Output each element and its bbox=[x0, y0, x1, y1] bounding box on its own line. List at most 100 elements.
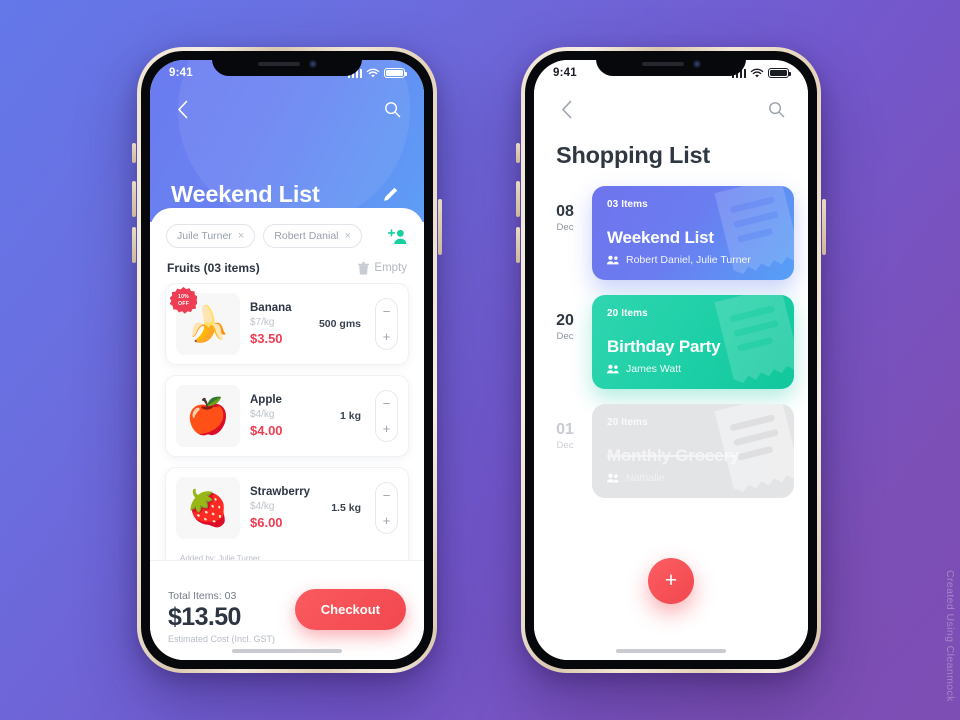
member-name: Robert Danial bbox=[274, 230, 339, 242]
members-row: Juile Turner × Robert Danial × bbox=[150, 208, 424, 248]
checkout-footer: Total Items: 03 $13.50 Estimated Cost (I… bbox=[150, 560, 424, 660]
list-members-names: Robert Daniel, Julie Turner bbox=[626, 254, 751, 266]
item-info: Strawberry $4/kg $6.00 bbox=[250, 486, 321, 530]
item-price: $4.00 bbox=[250, 423, 283, 438]
quantity-stepper[interactable]: − + bbox=[375, 298, 398, 350]
item-info: Banana $7/kg $3.50 bbox=[250, 302, 309, 346]
status-time: 9:41 bbox=[169, 67, 193, 79]
power-button[interactable] bbox=[822, 199, 826, 255]
volume-down-button[interactable] bbox=[516, 227, 520, 263]
search-button[interactable] bbox=[763, 96, 789, 122]
item-quantity: 1 kg bbox=[339, 410, 361, 422]
date-day: 20 bbox=[556, 312, 574, 329]
item-thumbnail: 🍓 bbox=[176, 477, 240, 539]
list-row: 01 Dec 20 Items Monthly Grocery Nathalie bbox=[548, 404, 794, 498]
watermark-text: Created Using Cleanmock bbox=[944, 570, 956, 702]
item-added-by: Added by: Julie Turner bbox=[180, 554, 261, 560]
list-row: 20 Dec 20 Items Birthday Party James Wat… bbox=[548, 295, 794, 389]
date-month: Dec bbox=[556, 330, 574, 342]
list-item-count: 20 Items bbox=[607, 308, 648, 319]
volume-up-button[interactable] bbox=[132, 181, 136, 217]
list-name: Weekend List bbox=[607, 228, 714, 247]
list-members-names: James Watt bbox=[626, 363, 682, 375]
section-header: Fruits (03 items) Empty bbox=[150, 248, 424, 283]
items-list[interactable]: 🍌 10% OFF Banana $7/kg $3.50 500 gms − +… bbox=[150, 283, 424, 560]
item-rate: $4/kg bbox=[250, 501, 275, 512]
home-indicator[interactable] bbox=[616, 648, 726, 653]
increase-quantity-button[interactable]: + bbox=[383, 514, 391, 527]
decrease-quantity-button[interactable]: − bbox=[383, 489, 391, 502]
notch bbox=[596, 51, 746, 76]
shopping-lists: 08 Dec 03 Items Weekend List Robert Dani… bbox=[534, 186, 808, 513]
list-date: 08 Dec bbox=[548, 186, 582, 233]
volume-up-button[interactable] bbox=[516, 181, 520, 217]
phone-bezel-left: 9:41 Weekend List Juile Turner × Robert … bbox=[141, 51, 433, 669]
back-button[interactable] bbox=[169, 96, 195, 122]
volume-down-button[interactable] bbox=[132, 227, 136, 263]
item-name: Apple bbox=[250, 394, 282, 406]
banana-icon: 🍌 bbox=[186, 304, 230, 344]
quantity-stepper[interactable]: − + bbox=[375, 390, 398, 442]
notch bbox=[212, 51, 362, 76]
increase-quantity-button[interactable]: + bbox=[383, 422, 391, 435]
increase-quantity-button[interactable]: + bbox=[383, 330, 391, 343]
earpiece-speaker bbox=[257, 61, 300, 66]
back-button[interactable] bbox=[553, 96, 579, 122]
add-person-button[interactable] bbox=[388, 228, 408, 245]
front-camera bbox=[308, 59, 317, 68]
decrease-quantity-button[interactable]: − bbox=[383, 397, 391, 410]
shopping-list-card[interactable]: 03 Items Weekend List Robert Daniel, Jul… bbox=[592, 186, 794, 280]
shopping-lists-page: 9:41 Shopping List 08 Dec 03 Items Weeke… bbox=[534, 60, 808, 660]
empty-list-button[interactable]: Empty bbox=[358, 261, 407, 275]
silent-switch[interactable] bbox=[132, 143, 136, 163]
date-day: 01 bbox=[556, 421, 574, 438]
list-item-count: 20 Items bbox=[607, 417, 648, 428]
shopping-list-card[interactable]: 20 Items Birthday Party James Watt bbox=[592, 295, 794, 389]
add-list-fab[interactable]: + bbox=[648, 558, 694, 604]
total-amount: $13.50 bbox=[168, 602, 241, 631]
status-time: 9:41 bbox=[553, 67, 577, 79]
shopping-list-card[interactable]: 20 Items Monthly Grocery Nathalie bbox=[592, 404, 794, 498]
list-name: Birthday Party bbox=[607, 337, 721, 356]
apple-icon: 🍎 bbox=[186, 396, 230, 436]
list-card-body: Weekend List Robert Daniel, Julie Turner bbox=[607, 212, 779, 266]
member-chip[interactable]: Juile Turner × bbox=[166, 224, 256, 248]
header-toolbar bbox=[534, 92, 808, 126]
edit-list-button[interactable] bbox=[377, 182, 403, 208]
phone-device-left: 9:41 Weekend List Juile Turner × Robert … bbox=[132, 47, 442, 673]
search-button[interactable] bbox=[379, 96, 405, 122]
remove-member-icon[interactable]: × bbox=[238, 230, 244, 242]
list-date: 01 Dec bbox=[548, 404, 582, 451]
item-name: Strawberry bbox=[250, 486, 311, 498]
home-indicator[interactable] bbox=[232, 648, 342, 653]
checkout-button[interactable]: Checkout bbox=[294, 588, 406, 630]
chevron-left-icon bbox=[561, 100, 571, 118]
list-detail-body: Juile Turner × Robert Danial × Fruits (0… bbox=[150, 208, 424, 660]
item-name: Banana bbox=[250, 302, 292, 314]
list-members: Robert Daniel, Julie Turner bbox=[607, 254, 779, 266]
total-items-label: Total Items: 03 bbox=[168, 589, 237, 602]
list-item[interactable]: 🍎 Apple $4/kg $4.00 1 kg − + bbox=[165, 375, 409, 457]
remove-member-icon[interactable]: × bbox=[345, 230, 351, 242]
screen-right: 9:41 Shopping List 08 Dec 03 Items Weeke… bbox=[534, 60, 808, 660]
empty-label: Empty bbox=[374, 262, 407, 274]
silent-switch[interactable] bbox=[516, 143, 520, 163]
member-chip[interactable]: Robert Danial × bbox=[263, 224, 362, 248]
screen-left: 9:41 Weekend List Juile Turner × Robert … bbox=[150, 60, 424, 660]
decrease-quantity-button[interactable]: − bbox=[383, 305, 391, 318]
item-thumbnail: 🍎 bbox=[176, 385, 240, 447]
list-row: 08 Dec 03 Items Weekend List Robert Dani… bbox=[548, 186, 794, 280]
wifi-icon bbox=[750, 68, 764, 77]
item-rate: $7/kg bbox=[250, 317, 275, 328]
item-price: $3.50 bbox=[250, 331, 283, 346]
header-title-row: Weekend List bbox=[150, 181, 424, 208]
list-item[interactable]: 🍓 Strawberry $4/kg $6.00 1.5 kg − + Adde bbox=[165, 467, 409, 560]
item-thumbnail: 🍌 10% OFF bbox=[170, 287, 240, 355]
list-item[interactable]: 🍌 10% OFF Banana $7/kg $3.50 500 gms − + bbox=[165, 283, 409, 365]
total-summary: Total Items: 03 $13.50 Estimated Cost (I… bbox=[168, 590, 275, 645]
search-icon bbox=[768, 101, 784, 117]
power-button[interactable] bbox=[438, 199, 442, 255]
people-icon bbox=[607, 364, 619, 374]
date-month: Dec bbox=[556, 439, 574, 451]
quantity-stepper[interactable]: − + bbox=[375, 482, 398, 534]
